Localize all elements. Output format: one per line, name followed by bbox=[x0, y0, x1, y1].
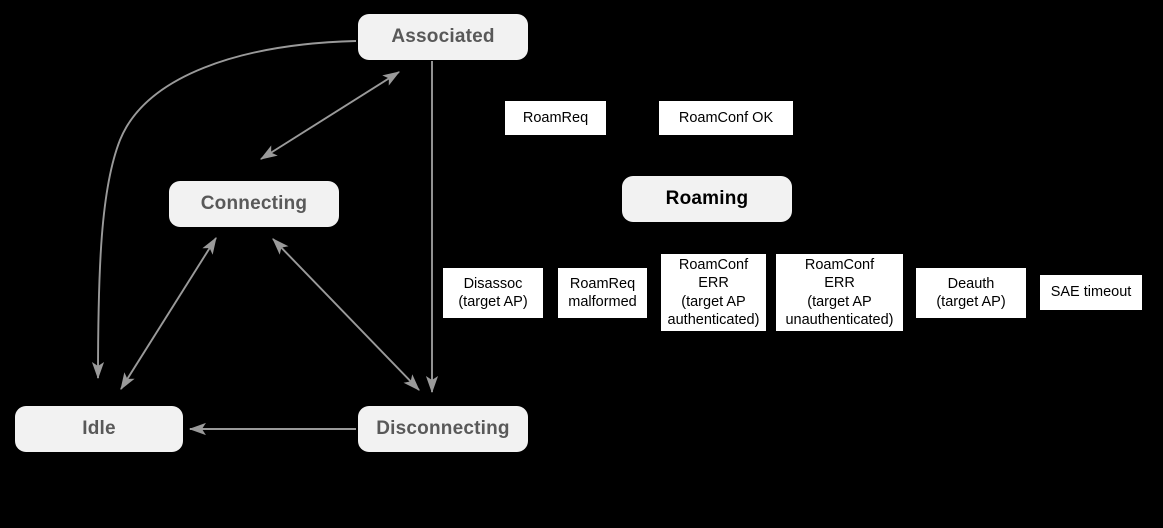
state-label-associated: Associated bbox=[391, 26, 495, 47]
transition-label-roamconf-ok: RoamConf OK bbox=[659, 101, 793, 135]
state-diagram-canvas: Associated Connecting Roaming Idle Disco… bbox=[0, 0, 1163, 528]
transition-label-deauth-target-ap: Deauth (target AP) bbox=[916, 268, 1026, 318]
transition-label-disassoc-target-ap: Disassoc (target AP) bbox=[443, 268, 543, 318]
transition-label-roamconf-err-authenticated: RoamConf ERR (target AP authenticated) bbox=[661, 254, 766, 331]
state-label-roaming: Roaming bbox=[665, 188, 749, 209]
state-node-disconnecting[interactable]: Disconnecting bbox=[358, 406, 528, 452]
state-label-disconnecting: Disconnecting bbox=[376, 418, 510, 439]
transition-label-roamreq: RoamReq bbox=[505, 101, 606, 135]
edge-connecting-disconnecting bbox=[272, 238, 420, 391]
state-label-idle: Idle bbox=[82, 418, 116, 439]
state-node-associated[interactable]: Associated bbox=[358, 14, 528, 60]
edge-connecting-idle bbox=[120, 237, 217, 390]
transition-label-sae-timeout: SAE timeout bbox=[1040, 275, 1142, 310]
state-node-roaming[interactable]: Roaming bbox=[622, 176, 792, 222]
state-label-connecting: Connecting bbox=[200, 193, 308, 214]
state-node-idle[interactable]: Idle bbox=[15, 406, 183, 452]
transition-label-roamreq-malformed: RoamReq malformed bbox=[558, 268, 647, 318]
edge-associated-connecting bbox=[260, 71, 400, 160]
state-node-connecting[interactable]: Connecting bbox=[169, 181, 339, 227]
transition-label-roamconf-err-unauthenticated: RoamConf ERR (target AP unauthenticated) bbox=[776, 254, 903, 331]
